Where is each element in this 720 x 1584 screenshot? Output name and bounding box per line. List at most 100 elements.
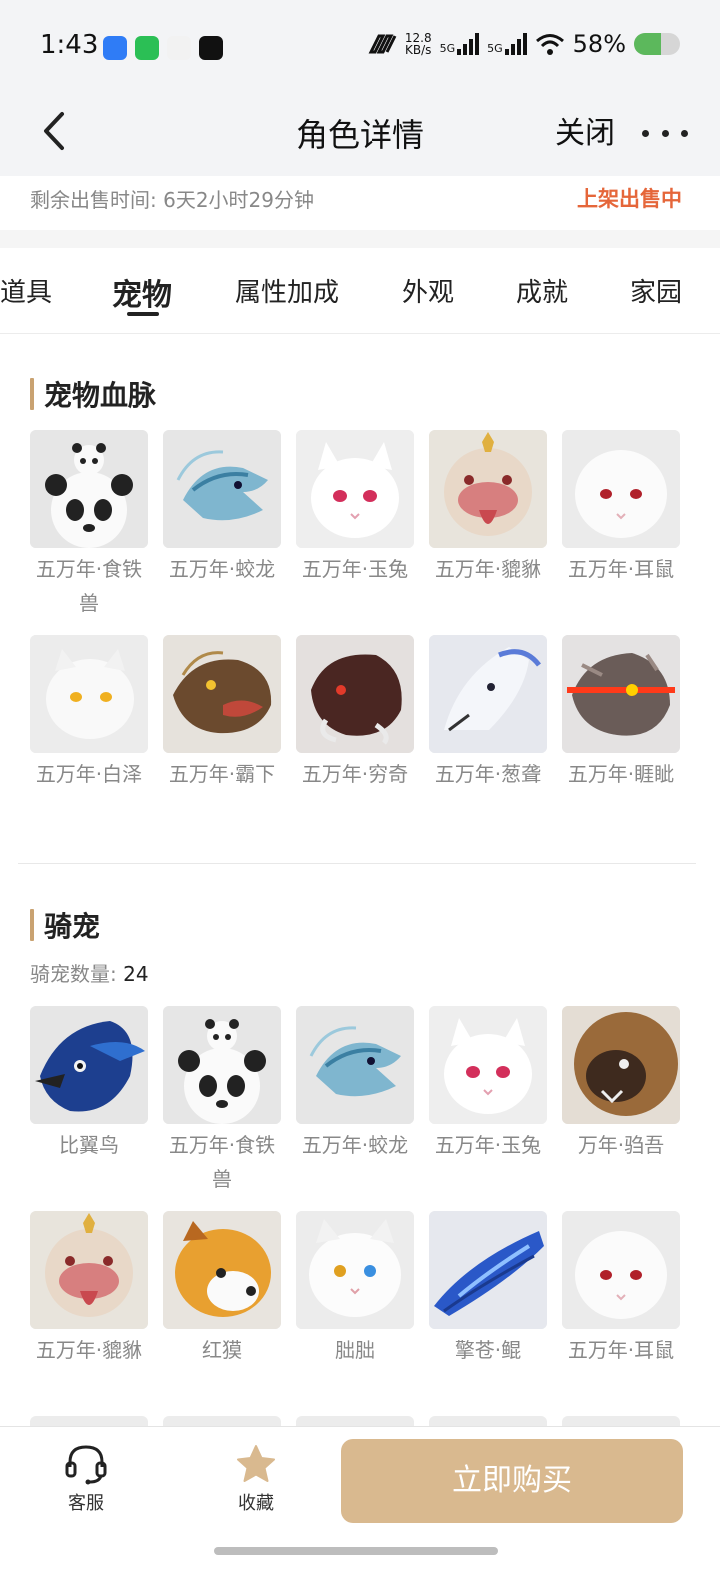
pet-label: 比翼鸟 bbox=[59, 1133, 119, 1157]
remaining-time: 剩余出售时间: 6天2小时29分钟 bbox=[30, 188, 314, 212]
panda-icon bbox=[163, 1006, 281, 1124]
tab-achievements[interactable]: 成就 bbox=[516, 272, 568, 309]
signal-icon-2: 5G bbox=[487, 33, 527, 55]
clock: 1:43 bbox=[40, 30, 99, 60]
lion-icon bbox=[562, 1006, 680, 1124]
panda-icon bbox=[30, 430, 148, 548]
wifi-icon bbox=[535, 34, 564, 55]
pet-label: 五万年·貔貅 bbox=[35, 1338, 143, 1362]
pet-card[interactable]: 比翼鸟 bbox=[30, 1006, 148, 1211]
battery-percent: 58% bbox=[572, 30, 626, 58]
mount-count: 骑宠数量: 24 bbox=[30, 962, 149, 986]
pet-label: 擎苍·鲲 bbox=[454, 1338, 522, 1362]
pet-label: 五万年·蛟龙 bbox=[301, 1133, 409, 1157]
pet-card[interactable]: 万年·驺吾 bbox=[562, 1006, 680, 1211]
pet-label: 红獏 bbox=[202, 1338, 242, 1362]
pet-label: 万年·驺吾 bbox=[577, 1133, 665, 1157]
favorite-button[interactable]: 收藏 bbox=[206, 1443, 306, 1515]
compass-app-icon bbox=[167, 36, 191, 60]
pet-label: 五万年·玉兔 bbox=[434, 1133, 542, 1157]
pet-card[interactable]: 红獏 bbox=[163, 1211, 281, 1416]
red-panda-icon bbox=[163, 1211, 281, 1329]
pet-card[interactable]: 五万年·霸下 bbox=[163, 635, 281, 840]
pet-card[interactable]: 五万年·耳鼠 bbox=[562, 1211, 680, 1416]
title-accent-bar bbox=[30, 378, 34, 410]
dragon-icon bbox=[296, 1006, 414, 1124]
blue-fish-icon bbox=[429, 1211, 547, 1329]
tab-items[interactable]: 道具 bbox=[0, 272, 52, 309]
pet-card[interactable]: 五万年·蛟龙 bbox=[163, 430, 281, 635]
tab-appearance[interactable]: 外观 bbox=[402, 272, 454, 309]
red-eye-beast-icon bbox=[562, 635, 680, 753]
mounts-section-title: 骑宠 bbox=[30, 905, 100, 945]
more-menu-button[interactable] bbox=[642, 110, 688, 156]
pet-label: 五万年·貔貅 bbox=[434, 557, 542, 581]
pet-label: 五万年·葱聋 bbox=[434, 762, 542, 786]
net-speed: 12.8 KB/s bbox=[404, 31, 432, 57]
network-speed-icon bbox=[368, 34, 397, 54]
title-accent-bar bbox=[30, 909, 34, 941]
wolf-icon bbox=[429, 635, 547, 753]
customer-service-button[interactable]: 客服 bbox=[36, 1443, 136, 1515]
tab-home[interactable]: 家园 bbox=[630, 272, 682, 309]
signal-icon-1: 5G bbox=[440, 33, 480, 55]
pet-card[interactable]: 朏朏 bbox=[296, 1211, 414, 1416]
home-indicator bbox=[214, 1547, 498, 1555]
status-indicators: 12.8 KB/s 5G 5G 58% bbox=[367, 30, 680, 58]
section-gap bbox=[0, 230, 720, 248]
status-bar: 1:43 12.8 KB/s 5G 5G 58% bbox=[0, 0, 720, 96]
bloodline-grid: 五万年·食铁兽 五万年·蛟龙 五万年·玉兔 五万年·貔貅 五万年·耳鼠 五万年·白泽 五万年… bbox=[30, 430, 680, 840]
more-dot bbox=[642, 129, 649, 137]
headset-icon bbox=[65, 1445, 107, 1485]
pet-card[interactable]: 五万年·葱聋 bbox=[429, 635, 547, 840]
rabbit-icon bbox=[429, 1006, 547, 1124]
rabbit-icon bbox=[296, 430, 414, 548]
active-tab-indicator bbox=[127, 312, 159, 316]
pet-label: 五万年·食铁兽 bbox=[168, 1133, 276, 1191]
pet-card[interactable]: 五万年·食铁兽 bbox=[163, 1006, 281, 1211]
pet-card[interactable]: 五万年·玉兔 bbox=[429, 1006, 547, 1211]
pixiu-icon bbox=[429, 430, 547, 548]
dragon-icon bbox=[163, 430, 281, 548]
white-cat-icon bbox=[30, 635, 148, 753]
pet-label: 五万年·穷奇 bbox=[301, 762, 409, 786]
more-dot bbox=[681, 129, 688, 137]
fluffy-cat-icon bbox=[296, 1211, 414, 1329]
sale-status-badge: 上架出售中 bbox=[577, 187, 682, 211]
pet-card[interactable]: 五万年·白泽 bbox=[30, 635, 148, 840]
pet-card[interactable]: 五万年·睚眦 bbox=[562, 635, 680, 840]
pet-label: 五万年·食铁兽 bbox=[35, 557, 143, 615]
divider bbox=[18, 863, 696, 864]
pet-label: 五万年·睚眦 bbox=[567, 762, 675, 786]
nav-bar: 角色详情 关闭 bbox=[0, 96, 720, 176]
pet-label: 五万年·耳鼠 bbox=[567, 557, 675, 581]
tab-pets[interactable]: 宠物 bbox=[112, 270, 172, 314]
boar-icon bbox=[296, 635, 414, 753]
pet-card[interactable]: 五万年·貔貅 bbox=[429, 430, 547, 635]
mounts-grid: 比翼鸟 五万年·食铁兽 五万年·蛟龙 五万年·玉兔 万年·驺吾五万年·貔貅 红獏 朏朏 擎苍·… bbox=[30, 1006, 680, 1416]
star-icon bbox=[237, 1445, 275, 1482]
category-tabs: 道具 宠物 属性加成 外观 成就 家园 bbox=[0, 248, 720, 334]
pet-card[interactable]: 五万年·貔貅 bbox=[30, 1211, 148, 1416]
white-mouse-icon bbox=[562, 430, 680, 548]
bottom-action-bar: 客服 收藏 立即购买 bbox=[0, 1426, 720, 1584]
more-dot bbox=[661, 129, 669, 137]
pet-card[interactable]: 五万年·玉兔 bbox=[296, 430, 414, 635]
white-mouse-icon bbox=[562, 1211, 680, 1329]
tab-attributes[interactable]: 属性加成 bbox=[235, 272, 339, 309]
wechat-icon bbox=[135, 36, 159, 60]
pet-card[interactable]: 五万年·耳鼠 bbox=[562, 430, 680, 635]
pet-card[interactable]: 擎苍·鲲 bbox=[429, 1211, 547, 1416]
pet-card[interactable]: 五万年·食铁兽 bbox=[30, 430, 148, 635]
buy-now-button[interactable]: 立即购买 bbox=[341, 1439, 683, 1523]
pet-label: 五万年·蛟龙 bbox=[168, 557, 276, 581]
pet-card[interactable]: 五万年·蛟龙 bbox=[296, 1006, 414, 1211]
pet-label: 五万年·玉兔 bbox=[301, 557, 409, 581]
pet-card[interactable]: 五万年·穷奇 bbox=[296, 635, 414, 840]
notification-icons bbox=[103, 36, 223, 60]
battery-icon bbox=[634, 33, 680, 55]
pet-label: 五万年·霸下 bbox=[168, 762, 276, 786]
blue-app-icon bbox=[103, 36, 127, 60]
tiktok-icon bbox=[199, 36, 223, 60]
close-button[interactable]: 关闭 bbox=[555, 108, 615, 152]
